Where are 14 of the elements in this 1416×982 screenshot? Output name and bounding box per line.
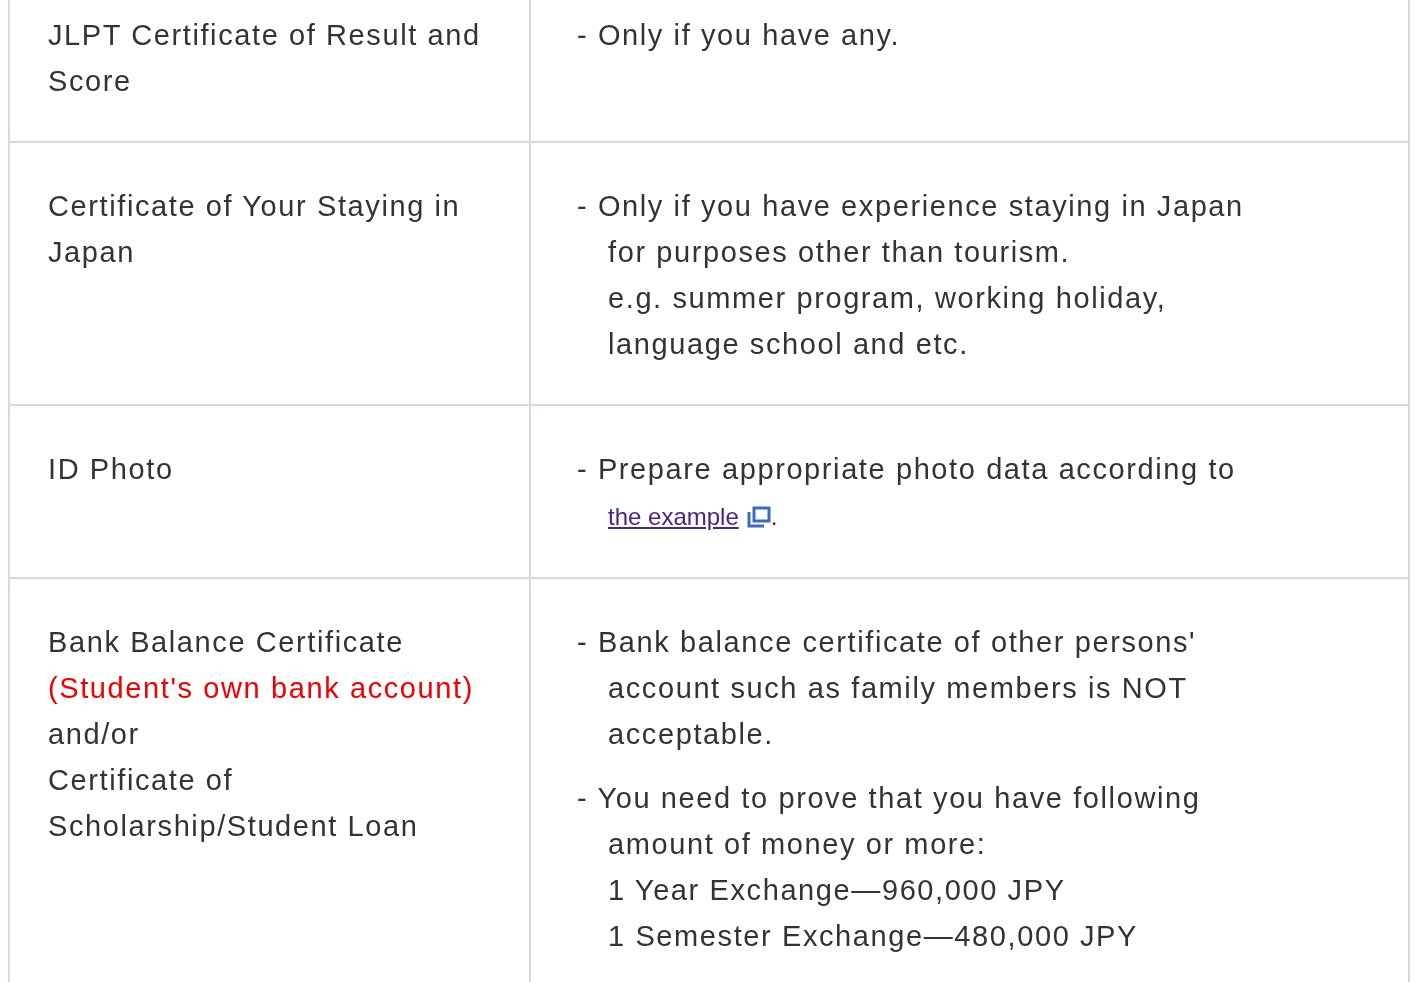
note-text: - You need to prove that you have following amount of money or more: 1 Year Exchange—960,000 JPY 1 Semester Exchange—480,000 JPY bbox=[577, 781, 1201, 954]
document-label: JLPT Certificate of Result and Score bbox=[48, 18, 482, 99]
example-link[interactable]: the example bbox=[608, 495, 771, 539]
document-label: ID Photo bbox=[48, 452, 174, 487]
external-window-icon bbox=[746, 506, 771, 528]
note-text: - Prepare appropriate photo data according to the example . bbox=[577, 446, 1236, 540]
note-text: - Only if you have any. bbox=[577, 18, 901, 53]
note-text: - Bank balance certificate of other persons' account such as family members is NOT acceptable. bbox=[577, 625, 1197, 752]
document-label: Bank Balance Certificate bbox=[48, 625, 404, 660]
document-label: and/or bbox=[48, 717, 140, 752]
document-label: Certificate of Scholarship/Student Loan bbox=[48, 763, 420, 844]
document-label: (Student's own bank account) bbox=[48, 671, 474, 706]
document-label: Certificate of Your Staying in Japan bbox=[48, 189, 462, 270]
note-text: - Only if you have experience staying in Japan for purposes other than tourism. e.g. summer program, working holiday, language school and etc. bbox=[577, 189, 1244, 362]
